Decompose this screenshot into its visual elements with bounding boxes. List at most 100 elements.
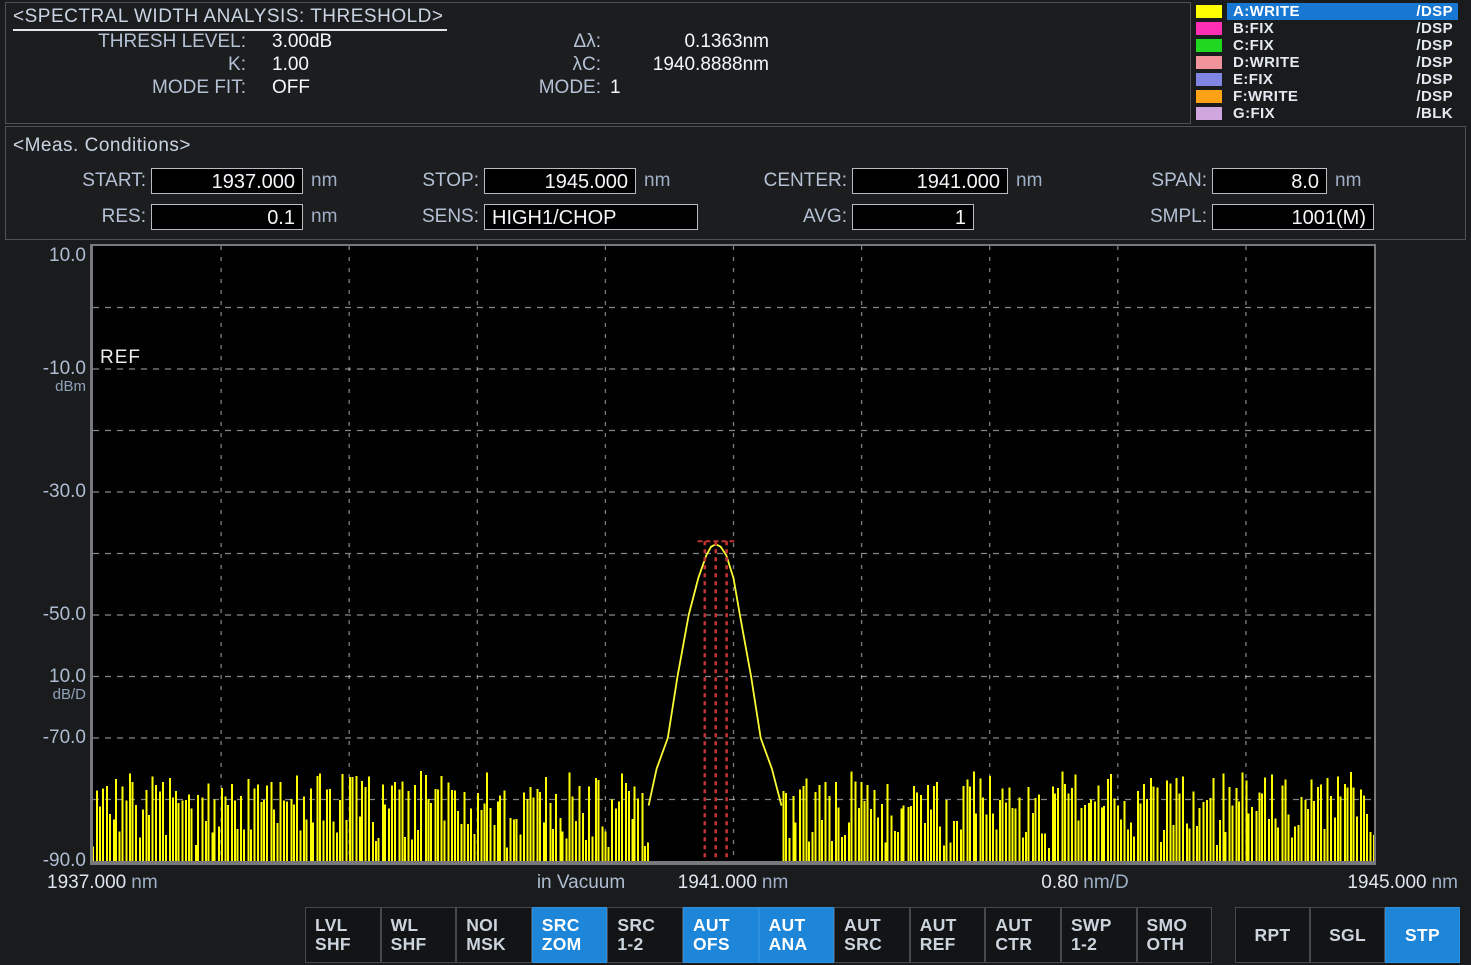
- center-field: CENTER:1941.000nm: [701, 167, 1042, 195]
- x-tick-4-text: 1945.000: [1347, 872, 1426, 893]
- res-label: RES:: [9, 206, 146, 228]
- start-value-box[interactable]: 1937.000: [151, 168, 303, 194]
- runkey-sgl[interactable]: SGL: [1310, 907, 1385, 963]
- softkey-lvl-shf[interactable]: LVLSHF: [305, 907, 381, 963]
- softkey-label-top: AUT: [769, 916, 834, 935]
- analysis-field-mode-fit-label: MODE FIT:: [6, 77, 246, 99]
- trace-b-label: B:FIX: [1233, 20, 1416, 37]
- trace-row-c[interactable]: C:FIX/DSP: [1196, 37, 1458, 54]
- x-tick-2-text: 1941.000: [678, 872, 757, 893]
- softkey-label-top: SWP: [1071, 916, 1136, 935]
- trace-f-color-swatch: [1196, 90, 1222, 103]
- analysis-field-k-label: K:: [6, 54, 246, 76]
- y-axis-labels: 10.0-10.0dBm-30.0-50.010.0dB/D-70.0-90.0: [0, 246, 86, 862]
- softkey-aut-ofs[interactable]: AUTOFS: [683, 907, 759, 963]
- softkey-label-top: AUT: [844, 916, 909, 935]
- sweep-key-bar: RPTSGLSTP: [1235, 907, 1460, 963]
- softkey-label-bottom: SHF: [391, 935, 456, 954]
- y-tick-100-0: 10.0: [0, 246, 86, 266]
- avg-label: AVG:: [701, 206, 847, 228]
- analysis-field-mode-fit-value: OFF: [272, 77, 310, 99]
- analysis-field-delta-lambda: Δλ:0.1363nm: [501, 30, 791, 53]
- softkey-src-zom[interactable]: SRCZOM: [532, 907, 608, 963]
- softkey-src-1-2[interactable]: SRC1-2: [607, 907, 683, 963]
- res-value-box[interactable]: 0.1: [151, 204, 303, 230]
- analysis-field-mode-label: MODE:: [501, 77, 601, 99]
- x-tick-3-text: 0.80: [1041, 872, 1078, 893]
- trace-row-a[interactable]: A:WRITE/DSP: [1196, 3, 1458, 20]
- avg-value-box[interactable]: 1: [852, 204, 974, 230]
- runkey-rpt[interactable]: RPT: [1235, 907, 1310, 963]
- x-tick-0: 1937.000nm: [47, 872, 158, 894]
- softkey-label-bottom: SHF: [315, 935, 380, 954]
- runkey-stp[interactable]: STP: [1385, 907, 1460, 963]
- smpl-value-box[interactable]: 1001(M): [1212, 204, 1374, 230]
- y-tick-100-1: -10.0dBm: [0, 359, 86, 394]
- x-tick-3-unit: nm/D: [1083, 872, 1128, 893]
- trace-row-b[interactable]: B:FIX/DSP: [1196, 20, 1458, 37]
- meas-conditions-title: <Meas. Conditions>: [13, 135, 191, 157]
- softkey-label-bottom: MSK: [466, 935, 531, 954]
- softkey-label-top: AUT: [693, 916, 758, 935]
- y-tick-sub-dBm: dBm: [0, 379, 86, 394]
- softkey-aut-ctr[interactable]: AUTCTR: [985, 907, 1061, 963]
- trace-c-status: /DSP: [1416, 37, 1453, 54]
- softkey-noi-msk[interactable]: NOIMSK: [456, 907, 532, 963]
- softkey-aut-ana[interactable]: AUTANA: [759, 907, 835, 963]
- trace-d-info: D:WRITE/DSP: [1227, 54, 1458, 71]
- trace-g-color-swatch: [1196, 107, 1222, 120]
- trace-row-d[interactable]: D:WRITE/DSP: [1196, 54, 1458, 71]
- softkey-swp-1-2[interactable]: SWP1-2: [1061, 907, 1137, 963]
- stop-unit: nm: [644, 170, 670, 192]
- center-value-box[interactable]: 1941.000: [852, 168, 1008, 194]
- ref-level-label: REF: [100, 347, 141, 369]
- x-tick-2: 1941.000nm: [623, 872, 843, 894]
- trace-d-status: /DSP: [1416, 54, 1453, 71]
- res-unit: nm: [311, 206, 337, 228]
- analysis-title: <SPECTRAL WIDTH ANALYSIS: THRESHOLD>: [13, 6, 447, 31]
- x-tick-0-text: 1937.000: [47, 872, 126, 893]
- smpl-field: SMPL:1001(M): [1061, 203, 1374, 231]
- sens-value-box[interactable]: HIGH1/CHOP: [484, 204, 698, 230]
- trace-row-e[interactable]: E:FIX/DSP: [1196, 71, 1458, 88]
- center-unit: nm: [1016, 170, 1042, 192]
- softkey-aut-src[interactable]: AUTSRC: [834, 907, 910, 963]
- softkey-label-bottom: OFS: [693, 935, 758, 954]
- analysis-field-lambda-c-label: λC:: [501, 54, 601, 76]
- stop-field: STOP:1945.000nm: [341, 167, 670, 195]
- y-tick-300-2: -30.0: [0, 482, 86, 502]
- trace-f-label: F:WRITE: [1233, 88, 1416, 105]
- softkey-label-bottom: CTR: [995, 935, 1060, 954]
- smpl-label: SMPL:: [1061, 206, 1207, 228]
- softkey-label-bottom: OTH: [1147, 935, 1212, 954]
- analysis-field-mode-value: 1: [601, 77, 778, 99]
- softkey-label-bottom: 1-2: [1071, 935, 1136, 954]
- sens-field: SENS:HIGH1/CHOP: [341, 203, 698, 231]
- analysis-field-mode: MODE:1: [501, 76, 791, 99]
- softkey-wl-shf[interactable]: WLSHF: [381, 907, 457, 963]
- x-tick-2-unit: nm: [762, 872, 788, 893]
- start-label: START:: [9, 170, 146, 192]
- softkey-label-bottom: 1-2: [617, 935, 682, 954]
- span-field: SPAN:8.0nm: [1061, 167, 1361, 195]
- analysis-field-thresh-level: THRESH LEVEL:3.00dB: [6, 30, 436, 53]
- trace-row-f[interactable]: F:WRITE/DSP: [1196, 88, 1458, 105]
- trace-e-status: /DSP: [1416, 71, 1453, 88]
- softkey-label-bottom: REF: [920, 935, 985, 954]
- trace-row-g[interactable]: G:FIX/BLK: [1196, 105, 1458, 122]
- analysis-field-mode-fit: MODE FIT: OFF: [6, 76, 436, 99]
- softkey-label-top: SRC: [542, 916, 607, 935]
- trace-a-label: A:WRITE: [1233, 3, 1416, 20]
- trace-c-info: C:FIX/DSP: [1227, 37, 1458, 54]
- softkey-label-top: AUT: [995, 916, 1060, 935]
- softkey-label-top: SRC: [617, 916, 682, 935]
- span-value-box[interactable]: 8.0: [1212, 168, 1327, 194]
- softkey-smo-oth[interactable]: SMOOTH: [1137, 907, 1213, 963]
- analysis-params-left: THRESH LEVEL:3.00dBK:1.00MODE FIT:OFF: [6, 30, 436, 99]
- trace-g-status: /BLK: [1416, 105, 1453, 122]
- trace-g-label: G:FIX: [1233, 105, 1416, 122]
- softkey-aut-ref[interactable]: AUTREF: [910, 907, 986, 963]
- softkey-label-top: NOI: [466, 916, 531, 935]
- softkey-label-top: WL: [391, 916, 456, 935]
- stop-value-box[interactable]: 1945.000: [484, 168, 636, 194]
